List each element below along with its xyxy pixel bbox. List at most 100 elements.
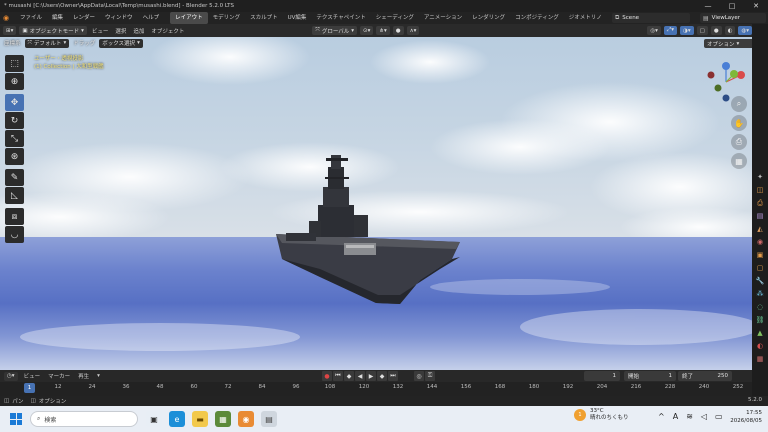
weather-widget[interactable]: 1 33°C 晴れのちくもり: [574, 408, 629, 422]
proportional-edit-button[interactable]: ●: [392, 26, 404, 35]
workspace-tab-sculpt[interactable]: スカルプト: [245, 12, 283, 24]
timeline-menu-view[interactable]: ビュー: [22, 372, 43, 380]
prev-keyframe-button[interactable]: ◆: [344, 371, 354, 381]
view-layer-selector[interactable]: ▤ ViewLayer: [700, 13, 766, 23]
play-button[interactable]: ▶: [366, 371, 376, 381]
timeline-menu-playback[interactable]: 再生: [76, 372, 91, 380]
world-properties-icon[interactable]: ◉: [755, 237, 765, 247]
current-frame-field[interactable]: 1: [584, 371, 620, 381]
blender-logo-icon[interactable]: ◉: [3, 14, 13, 22]
constraint-properties-icon[interactable]: ⛓: [755, 315, 765, 325]
header-menu-add[interactable]: 追加: [131, 27, 146, 35]
y-axis-icon[interactable]: [730, 70, 738, 78]
workspace-tab-uv[interactable]: UV編集: [283, 12, 312, 24]
workspace-tab-compositing[interactable]: コンポジティング: [510, 12, 564, 24]
menu-render[interactable]: レンダー: [68, 12, 100, 24]
maximize-button[interactable]: □: [720, 0, 744, 12]
neg-y-axis-icon[interactable]: [714, 84, 722, 92]
mode-selector[interactable]: ▣ オブジェクトモード ▾: [19, 26, 87, 35]
workspace-tab-animation[interactable]: アニメーション: [419, 12, 467, 24]
object-properties-icon[interactable]: ▢: [755, 263, 765, 273]
modifier-properties-icon[interactable]: 🔧: [755, 276, 765, 286]
minimize-button[interactable]: —: [696, 0, 720, 12]
workspace-tab-layout[interactable]: レイアウト: [170, 12, 208, 24]
menu-window[interactable]: ウィンドウ: [100, 12, 138, 24]
menu-help[interactable]: ヘルプ: [138, 12, 165, 24]
orientation-default-selector[interactable]: ⤧ デフォルト ▾: [24, 38, 70, 48]
x-axis-icon[interactable]: [737, 71, 745, 79]
workspace-tab-rendering[interactable]: レンダリング: [467, 12, 510, 24]
chevron-up-icon[interactable]: ^: [658, 412, 665, 421]
physics-properties-icon[interactable]: ◌: [755, 302, 765, 312]
next-keyframe-button[interactable]: ◆: [377, 371, 387, 381]
view-layer-properties-icon[interactable]: ▤: [755, 211, 765, 221]
timeline-editor-type-button[interactable]: ◷▾: [4, 371, 18, 381]
zoom-button[interactable]: ⌕: [731, 96, 747, 112]
header-menu-view[interactable]: ビュー: [90, 27, 111, 35]
menu-edit[interactable]: 編集: [47, 12, 68, 24]
material-properties-icon[interactable]: ◐: [755, 341, 765, 351]
jump-start-button[interactable]: ⏮: [333, 371, 343, 381]
edge-browser-icon[interactable]: e: [169, 411, 185, 427]
render-properties-icon[interactable]: ◫: [755, 185, 765, 195]
current-frame-indicator[interactable]: 1: [24, 383, 35, 393]
pan-button[interactable]: ✋: [731, 115, 747, 131]
neg-z-axis-icon[interactable]: [722, 94, 730, 102]
workspace-tab-geometry-nodes[interactable]: ジオメトリノ: [564, 12, 607, 24]
taskbar-search-box[interactable]: ⌕ 検索: [30, 411, 138, 427]
3d-viewport[interactable]: ユーザー・透視投影 (1) Collection | 大和型戦艦: [0, 37, 752, 370]
timeline-ruler[interactable]: 1 12 24 36 48 60 72 84 96 108 120 132 14…: [0, 382, 752, 396]
shading-rendered-button[interactable]: ◍▾: [738, 26, 752, 35]
transform-tool[interactable]: ⊛: [5, 148, 24, 165]
keying-button[interactable]: ◎: [414, 371, 424, 381]
tool-properties-icon[interactable]: ✦: [755, 172, 765, 182]
falloff-button[interactable]: ∧▾: [406, 26, 420, 35]
output-properties-icon[interactable]: ⎙: [755, 198, 765, 208]
collection-properties-icon[interactable]: ▣: [755, 250, 765, 260]
data-properties-icon[interactable]: ▲: [755, 328, 765, 338]
cursor-tool[interactable]: ⊕: [5, 73, 24, 90]
windows-start-button[interactable]: [8, 411, 24, 427]
particle-properties-icon[interactable]: ⁂: [755, 289, 765, 299]
xray-button[interactable]: ▢: [696, 26, 708, 35]
workspace-tab-modeling[interactable]: モデリング: [208, 12, 246, 24]
camera-view-button[interactable]: ⎙: [731, 134, 747, 150]
menu-file[interactable]: ファイル: [15, 12, 47, 24]
wifi-icon[interactable]: ≋: [686, 412, 693, 421]
add-cube-tool[interactable]: ⧈: [5, 208, 24, 225]
end-frame-field[interactable]: 終了 250: [678, 371, 732, 381]
annotate-tool[interactable]: ✎: [5, 169, 24, 186]
workspace-tab-texture-paint[interactable]: テクスチャペイント: [311, 12, 370, 24]
task-view-icon[interactable]: ▣: [146, 411, 162, 427]
gizmo-toggle-button[interactable]: ⤢▾: [663, 26, 678, 35]
file-explorer-icon[interactable]: ▬: [192, 411, 208, 427]
start-frame-field[interactable]: 開始 1: [624, 371, 676, 381]
scale-tool[interactable]: ⤡: [5, 130, 24, 147]
editor-type-button[interactable]: ⊞▾: [3, 26, 17, 35]
play-reverse-button[interactable]: ◀: [355, 371, 365, 381]
edit-tool[interactable]: ◡: [5, 226, 24, 243]
ortho-toggle-button[interactable]: ▦: [731, 153, 747, 169]
header-menu-select[interactable]: 選択: [113, 27, 128, 35]
select-mode-selector[interactable]: ボックス選択 ▾: [99, 38, 143, 48]
shading-material-button[interactable]: ◐: [724, 26, 736, 35]
visibility-button[interactable]: ◎▾: [647, 26, 661, 35]
record-button[interactable]: ●: [322, 371, 332, 381]
overlay-toggle-button[interactable]: ◑▾: [680, 26, 694, 35]
transform-orientation-selector[interactable]: ⤧ グローバル ▾: [312, 26, 358, 35]
select-box-tool[interactable]: ⬚: [5, 55, 24, 72]
close-button[interactable]: ✕: [744, 0, 768, 12]
scene-properties-icon[interactable]: ◭: [755, 224, 765, 234]
jump-end-button[interactable]: ⏭: [388, 371, 398, 381]
blender-app-icon[interactable]: ◉: [238, 411, 254, 427]
scene-selector[interactable]: ⧉ Scene: [612, 13, 690, 23]
z-axis-icon[interactable]: [722, 62, 730, 70]
snap-button[interactable]: ⋔▾: [376, 26, 390, 35]
workspace-tab-shading[interactable]: シェーディング: [371, 12, 419, 24]
minecraft-app-icon[interactable]: ▦: [215, 411, 231, 427]
ime-indicator[interactable]: A: [673, 412, 678, 421]
pinned-app-icon[interactable]: ▤: [261, 411, 277, 427]
move-tool[interactable]: ✥: [5, 94, 24, 111]
texture-properties-icon[interactable]: ▦: [755, 354, 765, 364]
keying-set-button[interactable]: ⚿: [425, 371, 435, 381]
